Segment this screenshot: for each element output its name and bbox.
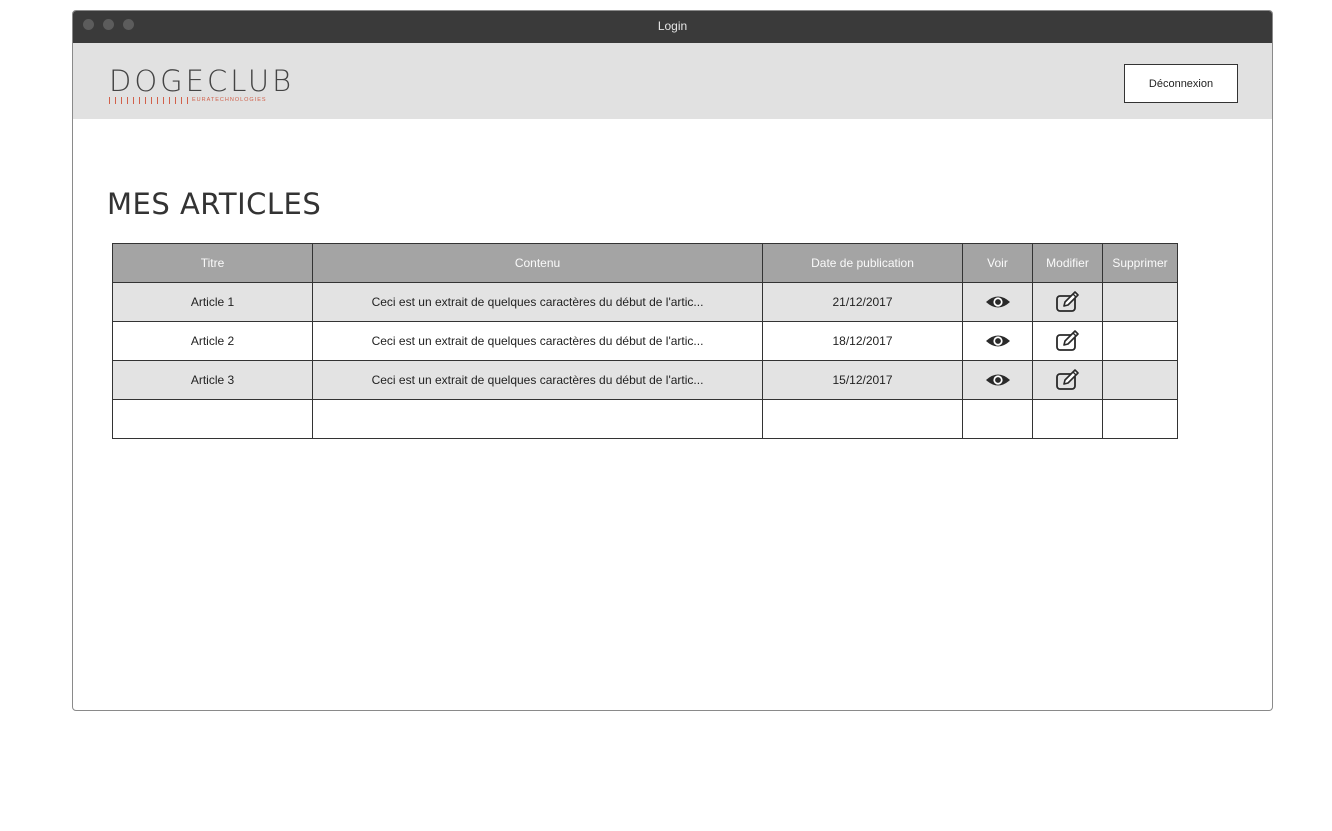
empty-cell	[762, 399, 963, 439]
table-header-row: Titre Contenu Date de publication Voir M…	[112, 243, 1178, 283]
logo-tagline-row: EURATECHNOLOGIES	[109, 96, 289, 104]
empty-cell	[1032, 399, 1103, 439]
table-row: Article 2 Ceci est un extrait de quelque…	[112, 321, 1178, 361]
column-header-edit: Modifier	[1032, 243, 1103, 283]
empty-cell	[1102, 399, 1178, 439]
window-title: Login	[657, 19, 688, 33]
article-content-cell: Ceci est un extrait de quelques caractèr…	[312, 360, 763, 400]
empty-cell	[312, 399, 763, 439]
article-title-cell: Article 2	[112, 321, 313, 361]
view-article-1-button[interactable]	[962, 282, 1033, 322]
empty-cell	[962, 399, 1033, 439]
article-date-cell: 15/12/2017	[762, 360, 963, 400]
article-title-cell: Article 1	[112, 282, 313, 322]
edit-icon	[1055, 330, 1079, 351]
article-content-cell: Ceci est un extrait de quelques caractèr…	[312, 321, 763, 361]
table-row: Article 3 Ceci est un extrait de quelque…	[112, 360, 1178, 400]
delete-article-2-cell[interactable]	[1102, 321, 1178, 361]
table-row-empty	[112, 399, 1178, 439]
view-article-2-button[interactable]	[962, 321, 1033, 361]
app-header: DOGECLUB EURATECHNOLOGIES Déconnexion	[73, 43, 1272, 119]
view-article-3-button[interactable]	[962, 360, 1033, 400]
article-date-cell: 18/12/2017	[762, 321, 963, 361]
edit-article-3-button[interactable]	[1032, 360, 1103, 400]
articles-table: Titre Contenu Date de publication Voir M…	[112, 243, 1178, 439]
article-content-cell: Ceci est un extrait de quelques caractèr…	[312, 282, 763, 322]
article-title-cell: Article 3	[112, 360, 313, 400]
window-titlebar: Login	[73, 11, 1272, 43]
delete-article-1-cell[interactable]	[1102, 282, 1178, 322]
page-title: MES ARTICLES	[107, 187, 322, 221]
logout-button[interactable]: Déconnexion	[1124, 64, 1238, 103]
column-header-title[interactable]: Titre	[112, 243, 313, 283]
logo-text: DOGECLUB	[109, 64, 295, 98]
eye-icon	[985, 296, 1010, 308]
browser-window: Login DOGECLUB EURATECHNOLOGIES Déconnex…	[72, 10, 1273, 711]
column-header-date[interactable]: Date de publication	[762, 243, 963, 283]
delete-article-3-cell[interactable]	[1102, 360, 1178, 400]
dogeclub-logo[interactable]: DOGECLUB EURATECHNOLOGIES	[109, 64, 295, 104]
empty-cell	[112, 399, 313, 439]
edit-icon	[1055, 291, 1079, 312]
table-row: Article 1 Ceci est un extrait de quelque…	[112, 282, 1178, 322]
edit-article-2-button[interactable]	[1032, 321, 1103, 361]
column-header-view: Voir	[962, 243, 1033, 283]
logo-tagline: EURATECHNOLOGIES	[192, 97, 267, 103]
logo-ticks-decoration	[109, 96, 188, 104]
eye-icon	[985, 374, 1010, 386]
column-header-content[interactable]: Contenu	[312, 243, 763, 283]
edit-icon	[1055, 369, 1079, 390]
column-header-delete: Supprimer	[1102, 243, 1178, 283]
eye-icon	[985, 335, 1010, 347]
edit-article-1-button[interactable]	[1032, 282, 1103, 322]
article-date-cell: 21/12/2017	[762, 282, 963, 322]
